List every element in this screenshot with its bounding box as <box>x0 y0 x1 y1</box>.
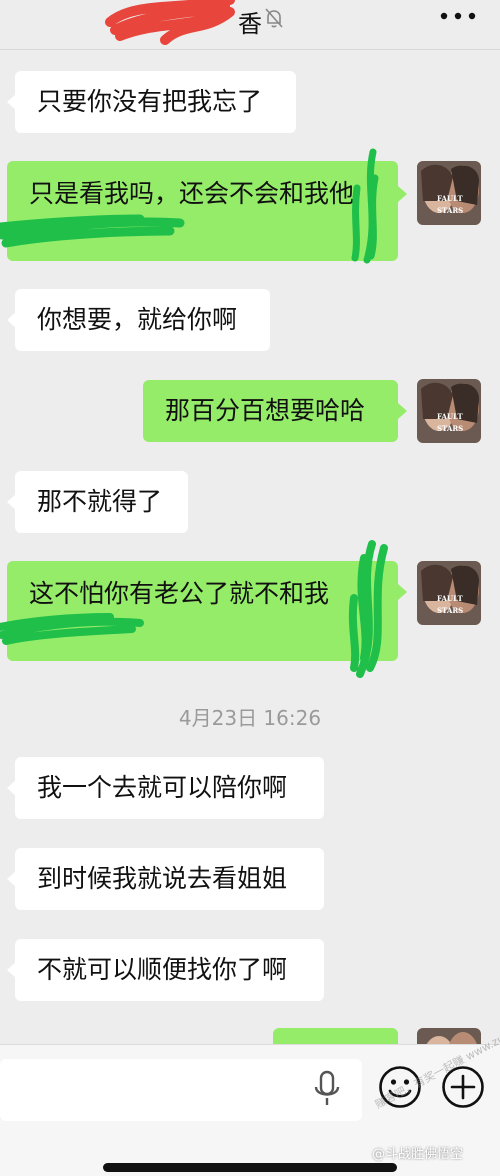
bubble-tail <box>398 403 407 419</box>
message-bubble-sent-partial[interactable] <box>273 1028 398 1044</box>
watermark-user: @斗战胜佛悟空 <box>372 1147 464 1162</box>
message-bubble-sent[interactable]: 那百分百想要哈哈 <box>143 380 398 442</box>
svg-text:FAULT: FAULT <box>437 594 463 603</box>
message-bubble-received[interactable]: 不就可以顺便找你了啊 <box>15 939 324 1001</box>
avatar-movie-poster[interactable] <box>417 1028 481 1044</box>
message-input[interactable] <box>0 1059 362 1121</box>
message-bubble-received[interactable]: 只要你没有把我忘了 <box>15 71 296 133</box>
chat-timestamp: 4月23日 16:26 <box>178 706 322 730</box>
more-dots-icon[interactable] <box>438 10 478 22</box>
avatar-image <box>417 1028 481 1044</box>
home-indicator[interactable] <box>103 1163 397 1172</box>
message-bubble-sent[interactable]: 这不怕你有老公了就不和我 <box>7 561 398 661</box>
svg-text:STARS: STARS <box>437 206 463 215</box>
svg-text:FAULT: FAULT <box>437 194 463 203</box>
avatar-movie-poster[interactable]: FAULT STARS <box>417 379 481 443</box>
chat-header: 香 <box>0 0 500 50</box>
avatar-image: FAULT STARS <box>417 561 481 625</box>
svg-text:FAULT: FAULT <box>437 412 463 421</box>
redaction-scribble-red <box>105 0 235 45</box>
message-bubble-received[interactable]: 那不就得了 <box>15 471 188 533</box>
message-bubble-received[interactable]: 我一个去就可以陪你啊 <box>15 757 324 819</box>
avatar-image: FAULT STARS <box>417 379 481 443</box>
bubble-tail <box>398 584 407 600</box>
avatar-movie-poster[interactable]: FAULT STARS <box>417 161 481 225</box>
avatar-movie-poster[interactable]: FAULT STARS <box>417 561 481 625</box>
message-bubble-sent[interactable]: 只是看我吗，还会不会和我他 <box>7 161 398 261</box>
message-bubble-received[interactable]: 你想要，就给你啊 <box>15 289 270 351</box>
bell-slash-icon <box>265 8 283 28</box>
svg-text:STARS: STARS <box>437 424 463 433</box>
bubble-tail <box>398 186 407 202</box>
chat-title[interactable]: 香 <box>0 4 500 39</box>
microphone-icon[interactable] <box>312 1069 342 1109</box>
message-bubble-received[interactable]: 到时候我就说去看姐姐 <box>15 848 324 910</box>
avatar-image: FAULT STARS <box>417 161 481 225</box>
svg-text:STARS: STARS <box>437 606 463 615</box>
